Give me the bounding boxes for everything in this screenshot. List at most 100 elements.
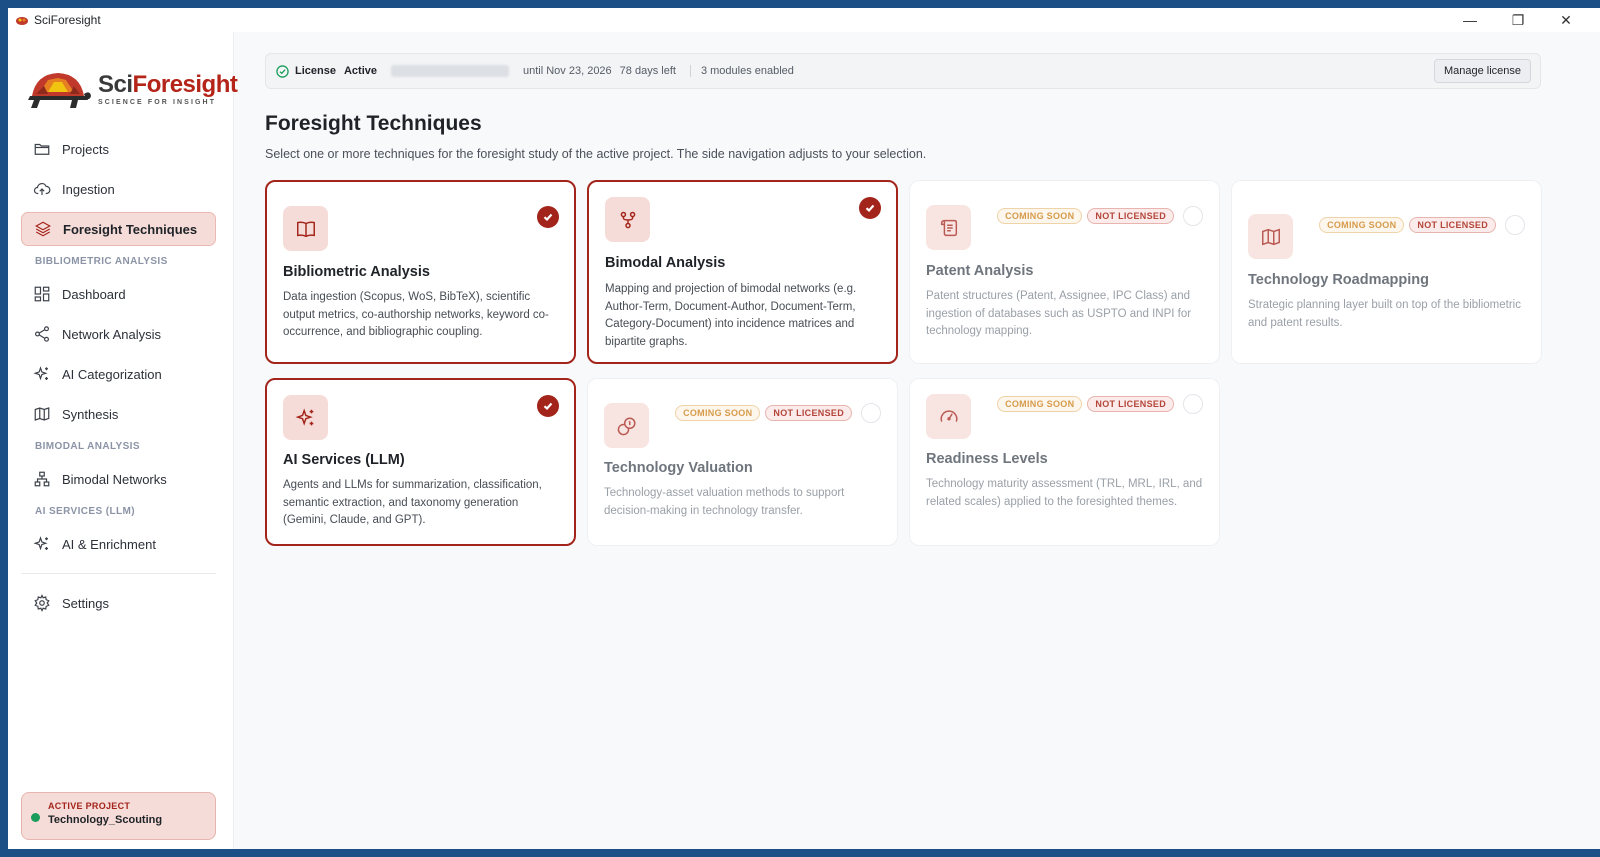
git-fork-icon xyxy=(605,197,650,242)
scroll-icon xyxy=(926,205,971,250)
status-badges: COMING SOON NOT LICENSED xyxy=(675,405,852,421)
nav-label: Synthesis xyxy=(62,406,119,422)
app-window: SciForesight — ❐ ✕ SciForesight SCIENCE xyxy=(8,8,1600,849)
nav-projects[interactable]: Projects xyxy=(21,132,216,166)
select-radio[interactable] xyxy=(1183,394,1203,414)
page-title: Foresight Techniques xyxy=(265,112,482,135)
select-radio[interactable] xyxy=(1183,206,1203,226)
minimize-button[interactable]: — xyxy=(1446,8,1494,32)
app-logo-icon xyxy=(16,17,28,25)
select-radio[interactable] xyxy=(861,403,881,423)
dashboard-icon xyxy=(34,286,50,302)
nav-label: Projects xyxy=(62,141,109,157)
technique-card-readiness[interactable]: COMING SOON NOT LICENSED Readiness Level… xyxy=(909,378,1220,546)
nav-dashboard[interactable]: Dashboard xyxy=(21,277,216,311)
sparkles-icon xyxy=(283,395,328,440)
coming-soon-badge: COMING SOON xyxy=(997,396,1083,412)
active-project-card[interactable]: ACTIVE PROJECT Technology_Scouting xyxy=(21,792,216,840)
technique-description: Data ingestion (Scopus, WoS, BibTeX), sc… xyxy=(283,291,549,338)
nav-label: Settings xyxy=(62,595,109,611)
technique-card-valuation[interactable]: COMING SOON NOT LICENSED Technology Valu… xyxy=(587,378,898,546)
selected-check-icon[interactable] xyxy=(537,395,559,417)
map-icon xyxy=(34,407,50,421)
restore-button[interactable]: ❐ xyxy=(1494,8,1542,32)
coins-icon xyxy=(604,403,649,448)
license-modules: 3 modules enabled xyxy=(700,65,794,77)
coming-soon-badge: COMING SOON xyxy=(675,405,761,421)
technique-card-roadmapping[interactable]: COMING SOON NOT LICENSED Technology Road… xyxy=(1231,180,1542,364)
folder-icon xyxy=(34,143,50,155)
nav-divider xyxy=(21,573,216,574)
technique-description: Mapping and projection of bimodal networ… xyxy=(605,283,857,348)
license-valid-until: until Nov 23, 2026 xyxy=(523,65,612,77)
technique-title: Technology Roadmapping xyxy=(1248,272,1429,288)
nav-bimodal-networks[interactable]: Bimodal Networks xyxy=(21,462,216,496)
technique-description: Agents and LLMs for summarization, class… xyxy=(283,479,542,526)
select-radio[interactable] xyxy=(1505,215,1525,235)
technique-card-bibliometric[interactable]: Bibliometric Analysis Data ingestion (Sc… xyxy=(265,180,576,364)
selected-check-icon[interactable] xyxy=(537,206,559,228)
nav-ai-categorization[interactable]: AI Categorization xyxy=(21,357,216,391)
window-title: SciForesight xyxy=(34,13,101,27)
coming-soon-badge: COMING SOON xyxy=(997,208,1083,224)
status-badges: COMING SOON NOT LICENSED xyxy=(997,396,1174,412)
technique-title: Bibliometric Analysis xyxy=(283,264,430,280)
not-licensed-badge: NOT LICENSED xyxy=(765,405,852,421)
main-content: License Active until Nov 23, 2026 78 day… xyxy=(234,32,1600,849)
share-icon xyxy=(35,326,49,342)
license-days-left: 78 days left xyxy=(619,65,676,77)
license-separator xyxy=(689,65,691,77)
technique-card-patent[interactable]: COMING SOON NOT LICENSED Patent Analysis… xyxy=(909,180,1220,364)
logo-tagline: SCIENCE FOR INSIGHT xyxy=(98,98,217,106)
logo-name-sci: Sci xyxy=(98,70,133,98)
side-navigation: Projects Ingestion Foresight Techniques … xyxy=(21,132,216,626)
technique-description: Technology-asset valuation methods to su… xyxy=(604,487,845,517)
section-ai-services: AI SERVICES (LLM) xyxy=(35,506,135,517)
technique-title: Technology Valuation xyxy=(604,460,753,476)
active-project-name: Technology_Scouting xyxy=(48,814,163,826)
technique-description: Strategic planning layer built on top of… xyxy=(1248,299,1521,329)
window-controls: — ❐ ✕ xyxy=(1446,8,1590,32)
check-circle-icon xyxy=(276,64,289,78)
nav-label: Dashboard xyxy=(62,286,126,302)
network-icon xyxy=(34,471,50,487)
active-project-label: ACTIVE PROJECT xyxy=(48,801,131,811)
manage-license-button[interactable]: Manage license xyxy=(1433,59,1531,83)
technique-card-bimodal[interactable]: Bimodal Analysis Mapping and projection … xyxy=(587,180,898,364)
coming-soon-badge: COMING SOON xyxy=(1319,217,1405,233)
technique-title: Bimodal Analysis xyxy=(605,255,726,271)
title-bar: SciForesight — ❐ ✕ xyxy=(8,8,1600,32)
page-subtitle: Select one or more techniques for the fo… xyxy=(265,147,927,161)
sparkles-icon xyxy=(33,366,48,381)
nav-synthesis[interactable]: Synthesis xyxy=(21,397,216,431)
gear-icon xyxy=(34,594,50,612)
section-bimodal-analysis: BIMODAL ANALYSIS xyxy=(35,441,140,452)
technique-card-ai-services[interactable]: AI Services (LLM) Agents and LLMs for su… xyxy=(265,378,576,546)
nav-label: AI & Enrichment xyxy=(62,536,156,552)
nav-network-analysis[interactable]: Network Analysis xyxy=(21,317,216,351)
nav-ingestion[interactable]: Ingestion xyxy=(21,172,216,206)
logo-name-foresight: Foresight xyxy=(132,70,238,98)
nav-settings[interactable]: Settings xyxy=(21,586,216,620)
technique-title: AI Services (LLM) xyxy=(283,452,405,468)
book-icon xyxy=(283,206,328,251)
project-status-dot xyxy=(31,813,40,822)
layers-icon xyxy=(35,221,51,237)
license-label: License xyxy=(295,65,336,77)
not-licensed-badge: NOT LICENSED xyxy=(1087,396,1174,412)
technique-description: Technology maturity assessment (TRL, MRL… xyxy=(926,478,1203,508)
status-badges: COMING SOON NOT LICENSED xyxy=(997,208,1174,224)
nav-label: AI Categorization xyxy=(62,366,162,382)
nav-foresight-techniques[interactable]: Foresight Techniques xyxy=(21,212,216,246)
section-bibliometric-analysis: BIBLIOMETRIC ANALYSIS xyxy=(35,256,168,267)
not-licensed-badge: NOT LICENSED xyxy=(1087,208,1174,224)
turtle-logo-icon xyxy=(28,73,91,108)
selected-check-icon[interactable] xyxy=(859,197,881,219)
brand-logo[interactable]: SciForesight SCIENCE FOR INSIGHT xyxy=(26,68,238,110)
cloud-upload-icon xyxy=(33,182,51,195)
nav-ai-enrichment[interactable]: AI & Enrichment xyxy=(21,527,216,561)
close-button[interactable]: ✕ xyxy=(1542,8,1590,32)
license-bar: License Active until Nov 23, 2026 78 day… xyxy=(265,53,1541,89)
technique-description: Patent structures (Patent, Assignee, IPC… xyxy=(926,290,1192,337)
license-key-redacted xyxy=(391,65,509,77)
